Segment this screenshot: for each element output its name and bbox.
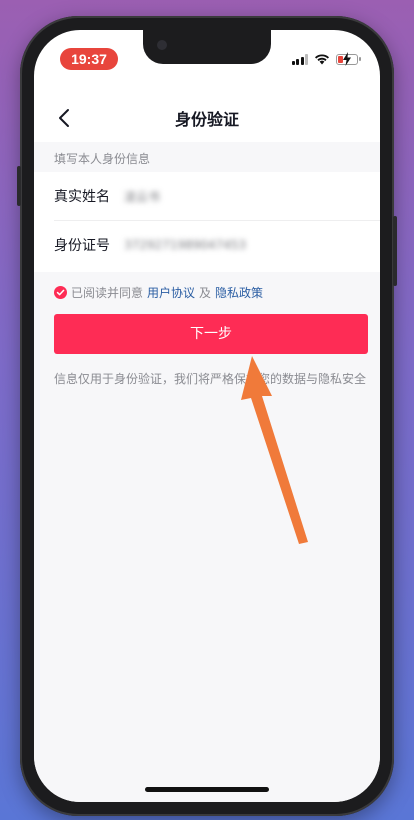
name-label: 真实姓名 (54, 189, 110, 205)
agreement-prefix: 已阅读并同意 (71, 286, 144, 300)
id-number-label: 身份证号 (54, 238, 110, 254)
signal-icon (291, 53, 308, 65)
id-number-value[interactable]: 3729271989047453 (124, 238, 246, 252)
battery-charging-icon (336, 51, 361, 66)
id-number-field[interactable]: 身份证号 3729271989047453 (54, 221, 380, 269)
camera-icon (157, 40, 167, 50)
name-value[interactable]: 凌云书 (124, 188, 160, 205)
name-field[interactable]: 真实姓名 凌云书 (54, 172, 380, 221)
orange-arrow-icon (241, 356, 308, 544)
agreement-joiner: 及 (199, 286, 212, 300)
page-title: 身份验证 (174, 110, 239, 129)
home-indicator (145, 787, 269, 792)
user-agreement-link[interactable]: 用户协议 (147, 284, 195, 301)
next-step-button[interactable]: 下一步 (54, 314, 368, 354)
phone-frame: 19:37 身份验证 填写本人身份信息 真实姓名 凌云书 身份证号 372927… (17, 16, 397, 816)
agreement-row: 已阅读并同意 用户协议及隐私政策 (54, 284, 263, 301)
checkbox-checked-icon[interactable] (54, 286, 67, 299)
status-icons (291, 51, 361, 66)
status-time: 19:37 (60, 48, 118, 70)
notch (143, 30, 271, 64)
phone-screen: 19:37 身份验证 填写本人身份信息 真实姓名 凌云书 身份证号 372927… (34, 30, 380, 802)
section-hint: 填写本人身份信息 (54, 152, 151, 166)
privacy-policy-link[interactable]: 隐私政策 (215, 284, 263, 301)
wifi-icon (315, 54, 329, 65)
navigation-bar: 身份验证 (34, 100, 380, 136)
identity-form: 真实姓名 凌云书 身份证号 3729271989047453 (34, 172, 380, 272)
